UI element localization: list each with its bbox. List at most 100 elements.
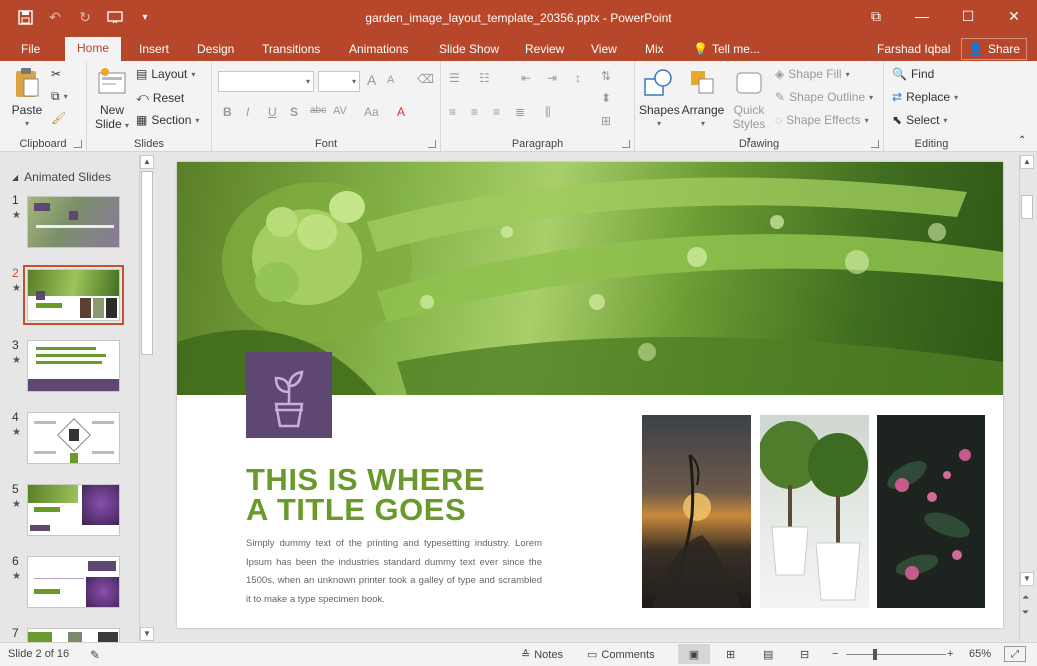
zoom-in-button[interactable]: +: [947, 648, 953, 660]
shrink-font-button[interactable]: A: [387, 74, 394, 86]
columns-icon[interactable]: ⫼: [545, 105, 551, 120]
shape-effects-button[interactable]: ◌ Shape Effects ▾: [775, 113, 869, 127]
tab-review[interactable]: Review: [525, 40, 564, 61]
layout-button[interactable]: ▤ Layout ▾: [136, 67, 195, 81]
clipboard-dialog-launcher[interactable]: [74, 140, 82, 148]
photo-sunset-plant[interactable]: [642, 415, 751, 608]
font-color-icon[interactable]: A: [397, 105, 405, 119]
align-text-icon[interactable]: ⬍: [601, 91, 611, 105]
grow-font-button[interactable]: A: [367, 72, 376, 88]
change-case-button[interactable]: Aa: [364, 105, 379, 119]
previous-slide-icon[interactable]: ⏶: [1022, 592, 1029, 603]
tab-home[interactable]: Home: [65, 37, 122, 61]
tab-animations[interactable]: Animations: [349, 40, 408, 61]
bold-button[interactable]: B: [223, 105, 232, 119]
format-painter-icon[interactable]: 🖌: [51, 111, 66, 125]
section-button[interactable]: ▦ Section ▾: [136, 113, 199, 127]
tab-mix[interactable]: Mix: [645, 40, 664, 61]
decrease-indent-icon[interactable]: ⇤: [521, 71, 531, 85]
tell-me-search[interactable]: 💡 Tell me...: [693, 40, 760, 61]
plant-icon-box[interactable]: [246, 352, 332, 438]
scroll-thumb[interactable]: [1021, 195, 1033, 219]
find-button[interactable]: 🔍 Find: [892, 67, 934, 81]
thumbnail-scrollbar[interactable]: ▲ ▼: [139, 155, 154, 641]
font-size-combo[interactable]: ▾: [318, 71, 360, 92]
slide-body-text[interactable]: Simply dummy text of the printing and ty…: [246, 535, 542, 609]
arrange-button[interactable]: Arrange ▾: [681, 67, 725, 131]
slide-title[interactable]: THIS IS WHERE A TITLE GOES: [246, 464, 485, 525]
minimize-button[interactable]: —: [899, 0, 945, 32]
current-slide[interactable]: THIS IS WHERE A TITLE GOES Simply dummy …: [177, 162, 1003, 628]
tab-insert[interactable]: Insert: [139, 40, 169, 61]
shape-fill-button[interactable]: ◈ Shape Fill ▾: [775, 67, 850, 81]
slideshow-view-icon[interactable]: ⊟: [800, 648, 809, 661]
zoom-out-button[interactable]: −: [832, 648, 838, 660]
paragraph-dialog-launcher[interactable]: [622, 140, 630, 148]
scroll-up-arrow[interactable]: ▲: [1020, 155, 1034, 169]
scroll-down-arrow[interactable]: ▼: [1020, 572, 1034, 586]
smartart-icon[interactable]: ⊞: [601, 114, 611, 128]
user-name[interactable]: Farshad Iqbal: [877, 40, 950, 61]
reading-view-icon[interactable]: ▤: [763, 648, 773, 661]
character-spacing-button[interactable]: AV: [333, 105, 347, 117]
close-button[interactable]: ✕: [991, 0, 1037, 32]
line-spacing-icon[interactable]: ↕: [575, 71, 581, 85]
normal-view-icon[interactable]: ▣: [678, 644, 710, 664]
font-dialog-launcher[interactable]: [428, 140, 436, 148]
tab-file[interactable]: File: [21, 40, 40, 61]
photo-pink-flowers[interactable]: [877, 415, 985, 608]
photo-potted-trees[interactable]: [760, 415, 869, 608]
reset-button[interactable]: ⤺ Reset: [136, 90, 184, 105]
center-icon[interactable]: ≡: [471, 105, 478, 119]
slide-thumbnail-4[interactable]: [27, 412, 120, 464]
text-direction-icon[interactable]: ⇅: [601, 69, 611, 83]
slide-thumbnail-7[interactable]: [27, 628, 120, 642]
tab-slide-show[interactable]: Slide Show: [439, 40, 499, 61]
font-name-combo[interactable]: ▾: [218, 71, 314, 92]
restore-button[interactable]: ☐: [945, 0, 991, 32]
slide-thumbnail-3[interactable]: [27, 340, 120, 392]
slide-thumbnail-2[interactable]: [23, 265, 124, 325]
select-button[interactable]: ⬉ Select ▾: [892, 113, 947, 127]
next-slide-icon[interactable]: ⏷: [1022, 607, 1029, 618]
increase-indent-icon[interactable]: ⇥: [547, 71, 557, 85]
slide-sorter-view-icon[interactable]: ⊞: [726, 648, 735, 661]
notes-button[interactable]: ≙ Notes: [521, 648, 563, 662]
quick-styles-button[interactable]: Quick Styles ▾: [729, 67, 769, 147]
shapes-button[interactable]: Shapes ▾: [639, 67, 680, 131]
collapse-ribbon-icon[interactable]: ⌃: [1018, 135, 1026, 146]
justify-icon[interactable]: ≣: [515, 105, 525, 119]
comments-button[interactable]: ▭ Comments: [587, 648, 655, 662]
slide-thumbnail-6[interactable]: [27, 556, 120, 608]
cut-icon[interactable]: ✂: [51, 67, 61, 81]
shadow-button[interactable]: S: [290, 105, 298, 119]
italic-button[interactable]: I: [246, 105, 249, 119]
section-header[interactable]: ◢ Animated Slides: [12, 170, 111, 184]
zoom-slider-track[interactable]: [846, 654, 946, 655]
replace-button[interactable]: ⇄ Replace ▾: [892, 90, 958, 104]
zoom-level[interactable]: 65%: [969, 648, 991, 660]
tab-transitions[interactable]: Transitions: [262, 40, 320, 61]
scroll-thumb[interactable]: [141, 171, 153, 355]
share-button[interactable]: 👤 Share: [961, 38, 1027, 60]
numbering-icon[interactable]: ☷: [479, 71, 490, 85]
shape-outline-button[interactable]: ✎ Shape Outline ▾: [775, 90, 873, 104]
slide-thumbnail-5[interactable]: [27, 484, 120, 536]
tab-design[interactable]: Design: [197, 40, 234, 61]
align-left-icon[interactable]: ≡: [449, 105, 456, 119]
strikethrough-button[interactable]: abc: [310, 105, 326, 116]
slide-thumbnail-1[interactable]: [27, 196, 120, 248]
ribbon-display-options-icon[interactable]: ⧉: [853, 0, 899, 32]
tab-view[interactable]: View: [591, 40, 617, 61]
spell-check-icon[interactable]: ✎: [90, 648, 100, 662]
fit-slide-icon[interactable]: ⤢: [1004, 646, 1026, 662]
bullets-icon[interactable]: ☰: [449, 71, 460, 85]
new-slide-button[interactable]: New Slide ▾: [94, 67, 130, 133]
scroll-up-arrow[interactable]: ▲: [140, 155, 154, 169]
copy-icon[interactable]: ⧉ ▾: [51, 89, 68, 104]
scroll-down-arrow[interactable]: ▼: [140, 627, 154, 641]
slide-scrollbar[interactable]: ▲ ▼ ⏶ ⏷: [1019, 155, 1034, 641]
zoom-slider-thumb[interactable]: [873, 649, 877, 660]
align-right-icon[interactable]: ≡: [493, 105, 500, 119]
paste-button[interactable]: Paste ▾: [8, 67, 46, 131]
